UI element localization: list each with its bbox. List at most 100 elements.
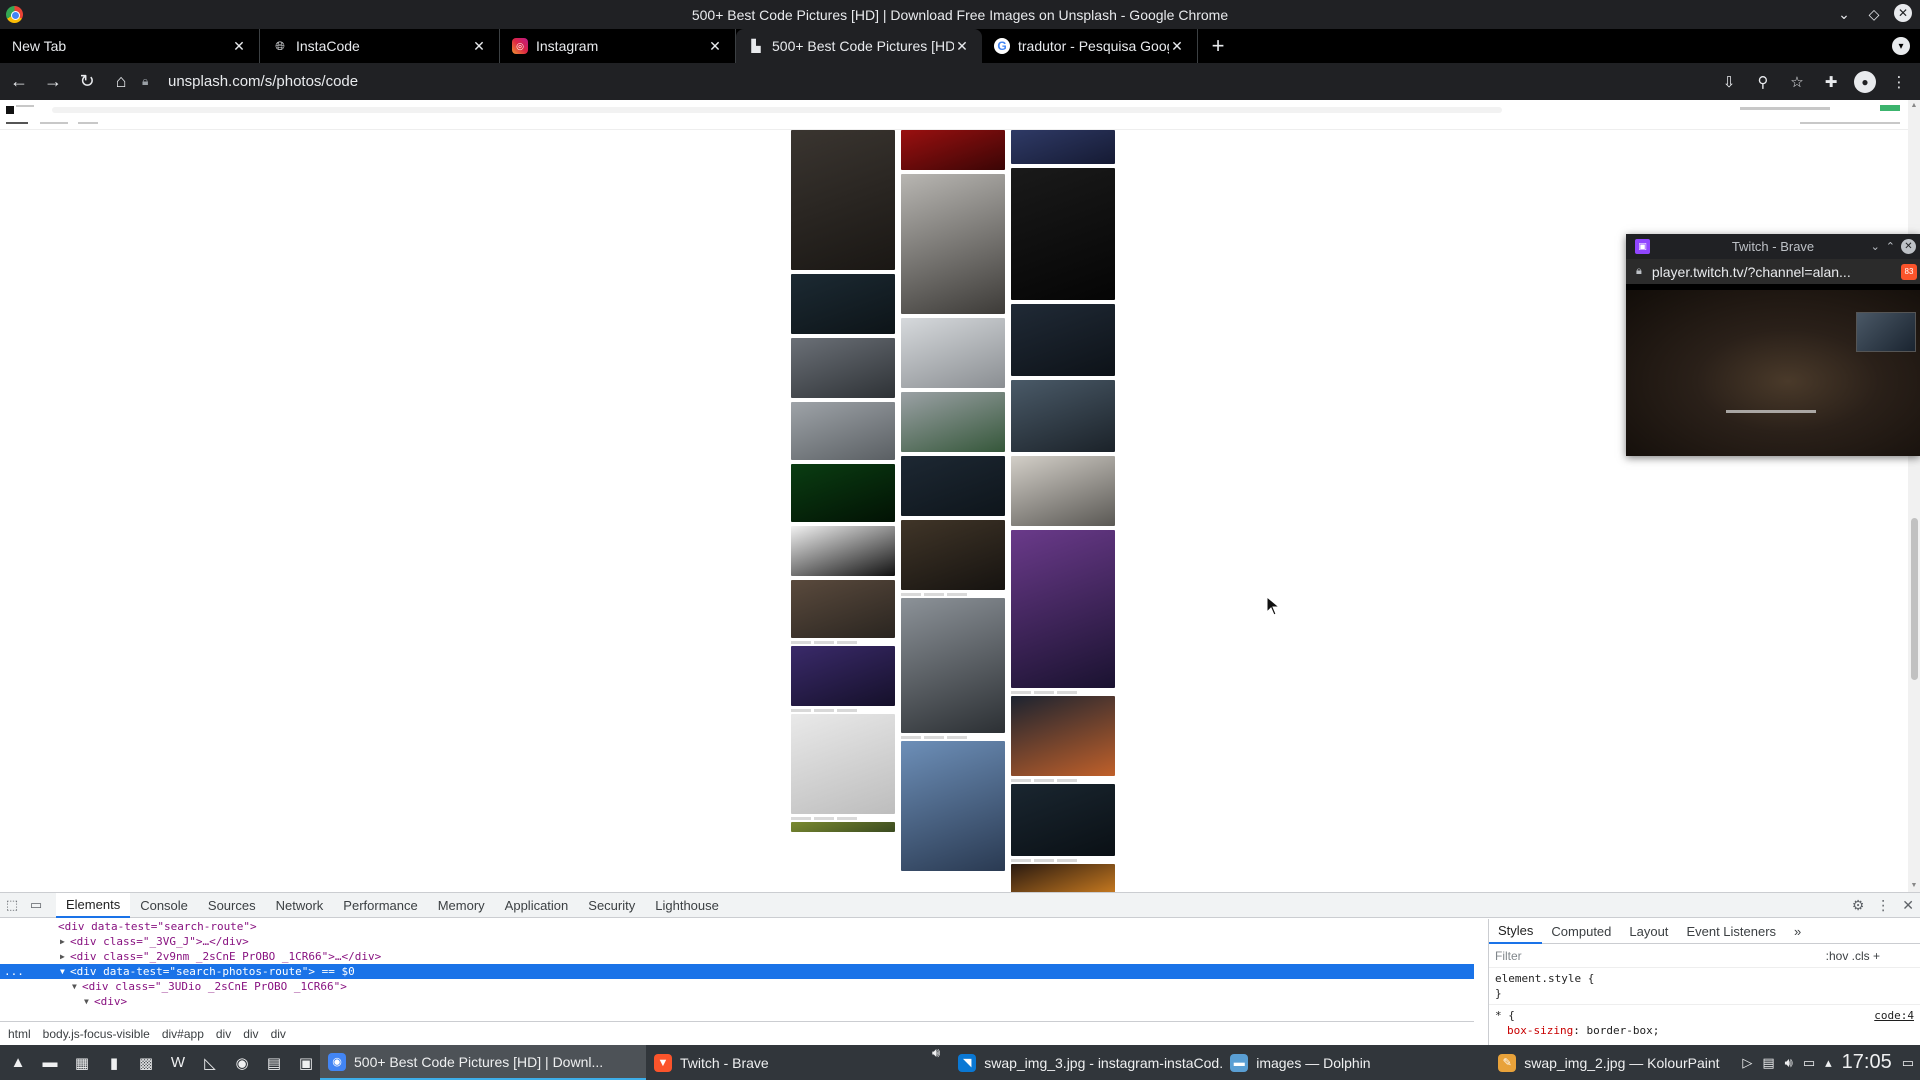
lock-icon[interactable]: 🔒︎: [142, 74, 158, 89]
network-icon[interactable]: ▭: [1803, 1055, 1815, 1071]
styles-tab[interactable]: »: [1785, 919, 1810, 944]
styles-tab[interactable]: Styles: [1489, 919, 1543, 944]
more-options-icon[interactable]: ⋮: [1876, 897, 1890, 914]
photo-tags[interactable]: [1011, 689, 1115, 695]
scroll-up-icon[interactable]: ▲: [1910, 102, 1918, 110]
tab-google-search[interactable]: G tradutor - Pesquisa Google ✕: [982, 29, 1198, 63]
tab-instagram[interactable]: ◎ Instagram ✕: [500, 29, 736, 63]
tab-unsplash-code[interactable]: ▙ 500+ Best Code Pictures [HD] ✕: [736, 29, 982, 63]
devtools-tab-performance[interactable]: Performance: [333, 893, 427, 918]
dom-expand-icon[interactable]: ▼: [72, 982, 82, 991]
devtools-tab-network[interactable]: Network: [266, 893, 334, 918]
tab-close-icon[interactable]: ✕: [1169, 38, 1185, 55]
photo-tags[interactable]: [1011, 777, 1115, 783]
breadcrumb-item[interactable]: div: [243, 1027, 258, 1041]
close-window-icon[interactable]: ✕: [1894, 4, 1912, 22]
word-icon[interactable]: W: [164, 1049, 192, 1077]
scroll-down-icon[interactable]: ▼: [1910, 882, 1918, 890]
photo-tile[interactable]: [1011, 696, 1115, 776]
chevron-up-icon[interactable]: ⌃: [1886, 240, 1895, 253]
photo-tags[interactable]: [901, 734, 1005, 740]
firefox-icon[interactable]: ◉: [228, 1049, 256, 1077]
taskbar-task[interactable]: ◥ swap_img_3.jpg - instagram-instaCod...: [950, 1045, 1222, 1080]
devtools-tab-memory[interactable]: Memory: [428, 893, 495, 918]
device-toggle-icon[interactable]: ▭: [24, 893, 48, 917]
audio-playing-icon[interactable]: 🔊︎: [932, 1045, 940, 1080]
volume-icon[interactable]: 🔊︎: [1785, 1055, 1793, 1071]
profile-avatar-icon[interactable]: ●: [1854, 71, 1876, 93]
styles-tab[interactable]: Layout: [1620, 919, 1677, 944]
photo-tile[interactable]: [1011, 380, 1115, 452]
photo-tile[interactable]: [1011, 168, 1115, 300]
photo-tile[interactable]: [791, 274, 895, 334]
breadcrumb-item[interactable]: div: [271, 1027, 286, 1041]
dom-expand-icon[interactable]: ▼: [84, 997, 94, 1006]
show-desktop-corner-icon[interactable]: ▭: [1902, 1055, 1914, 1071]
devtools-tab-lighthouse[interactable]: Lighthouse: [645, 893, 729, 918]
photo-tile[interactable]: [791, 580, 895, 638]
forward-icon[interactable]: →: [38, 67, 68, 97]
twitch-video-player[interactable]: [1626, 290, 1920, 456]
photo-tags[interactable]: [1011, 857, 1115, 863]
clipboard-icon[interactable]: ▤: [1762, 1055, 1774, 1071]
breadcrumb-item[interactable]: body.js-focus-visible: [43, 1027, 150, 1041]
devtools-tab-elements[interactable]: Elements: [56, 892, 131, 918]
tab-collections[interactable]: [40, 122, 68, 124]
dom-node-row[interactable]: ▼ <div class="_3UDio _2sCnE PrOBO _1CR66"…: [0, 979, 1474, 994]
rule-source-link[interactable]: code:4: [1874, 1008, 1914, 1023]
editor-icon[interactable]: ◺: [196, 1049, 224, 1077]
filter-links[interactable]: [1800, 122, 1900, 124]
chevron-down-icon[interactable]: ⌄: [1871, 240, 1880, 253]
devtools-tab-sources[interactable]: Sources: [198, 893, 266, 918]
tab-instacode[interactable]: 🌐︎ InstaCode ✕: [260, 29, 500, 63]
photo-tile[interactable]: [1011, 456, 1115, 526]
photo-tile[interactable]: [901, 130, 1005, 170]
taskbar-task[interactable]: ◉ 500+ Best Code Pictures [HD] | Downl...: [320, 1045, 646, 1080]
photo-tile[interactable]: [791, 646, 895, 706]
back-icon[interactable]: ←: [4, 67, 34, 97]
element-style-rule[interactable]: element.style { }: [1489, 968, 1920, 1004]
dom-expand-icon[interactable]: ▶: [60, 952, 70, 961]
photo-tile[interactable]: [901, 456, 1005, 516]
photo-tile[interactable]: [901, 741, 1005, 871]
hov-cls-toggles[interactable]: :hov .cls +: [1826, 949, 1880, 963]
dom-expand-icon[interactable]: ▶: [60, 937, 70, 946]
settings-gear-icon[interactable]: ⚙: [1852, 897, 1865, 914]
page-scrollbar[interactable]: ▲ ▼: [1908, 100, 1920, 892]
breadcrumb-item[interactable]: html: [8, 1027, 31, 1041]
photo-tile[interactable]: [901, 392, 1005, 452]
dom-expand-icon[interactable]: ▼: [60, 967, 70, 976]
photo-tile[interactable]: [791, 402, 895, 460]
join-button[interactable]: [1880, 105, 1900, 111]
devtools-tab-security[interactable]: Security: [578, 893, 645, 918]
tab-users[interactable]: [78, 122, 98, 124]
tab-close-icon[interactable]: ✕: [707, 38, 723, 55]
photo-tile[interactable]: [1011, 304, 1115, 376]
zoom-icon[interactable]: ⚲: [1748, 67, 1778, 97]
tray-expand-icon[interactable]: ▴: [1825, 1055, 1832, 1071]
close-devtools-icon[interactable]: ✕: [1902, 897, 1914, 914]
photo-tile[interactable]: [901, 174, 1005, 314]
show-desktop-icon[interactable]: ▬: [36, 1049, 64, 1077]
app-launcher-icon[interactable]: ▲: [4, 1049, 32, 1077]
tab-photos[interactable]: [6, 122, 28, 124]
dom-node-row[interactable]: ▶ <div class="_2v9nm _2sCnE PrOBO _1CR66"…: [0, 949, 1474, 964]
taskbar-task[interactable]: ▬ images — Dolphin: [1222, 1045, 1490, 1080]
tab-new-tab[interactable]: New Tab ✕: [0, 29, 260, 63]
clock[interactable]: 17:05: [1842, 1051, 1892, 1074]
breadcrumb-item[interactable]: div#app: [162, 1027, 204, 1041]
photo-tile[interactable]: [1011, 864, 1115, 892]
unsplash-logo-icon[interactable]: [6, 106, 14, 114]
address-bar[interactable]: 🔒︎ unsplash.com/s/photos/code: [142, 67, 1737, 96]
restore-icon[interactable]: ◇: [1864, 4, 1884, 24]
universal-rule[interactable]: code:4 * { box-sizing: border-box;: [1489, 1004, 1920, 1041]
inspect-element-icon[interactable]: ⬚: [0, 893, 24, 917]
photo-tile[interactable]: [901, 520, 1005, 590]
close-icon[interactable]: ✕: [1901, 239, 1916, 254]
photo-tile[interactable]: [1011, 784, 1115, 856]
document-icon[interactable]: ▮: [100, 1049, 128, 1077]
menu-kebab-icon[interactable]: ⋮: [1884, 67, 1914, 97]
nav-links[interactable]: [1740, 107, 1830, 110]
home-icon[interactable]: ⌂: [106, 67, 136, 97]
dom-node-row[interactable]: ... ▼ <div data-test="search-photos-route"…: [0, 964, 1474, 979]
